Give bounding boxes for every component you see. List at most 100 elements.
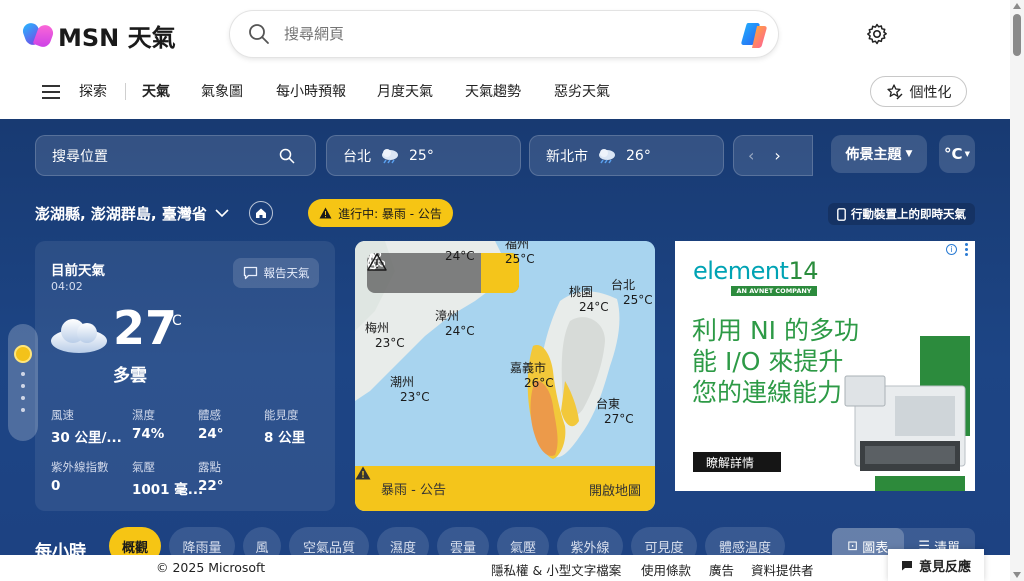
rail-dot — [21, 396, 25, 400]
metric-label: 紫外線指數 — [51, 460, 109, 474]
metric-label: 氣壓 — [132, 460, 155, 474]
msn-logo[interactable]: MSN 天氣 — [20, 18, 176, 53]
city-card-taipei[interactable]: 台北 25° — [326, 135, 521, 176]
nav-item-trends[interactable]: 天氣趨勢 — [465, 81, 521, 101]
location-search-box[interactable]: 搜尋位置 — [35, 135, 316, 176]
map-city-name: 潮州 — [390, 375, 415, 389]
weather-map[interactable]: 24°C 福州 25°C 台北 25°C 桃園 24°C 梅州 23°C 漳州 24°C … — [355, 241, 655, 511]
nav-item-hourly[interactable]: 每小時預報 — [276, 81, 346, 101]
footer-link-data-providers[interactable]: 資料提供者 — [751, 560, 814, 579]
chevron-left-icon[interactable]: ‹ — [748, 146, 754, 165]
rain-cloud-icon — [599, 148, 615, 163]
star-edit-icon — [886, 83, 902, 99]
map-city-label: 台東 27°C — [596, 395, 655, 426]
metric-pressure: 氣壓 1001 毫... — [132, 459, 203, 498]
ad-brand-suffix: 14 — [788, 257, 819, 285]
footer-link-privacy[interactable]: 隱私權 & 小型文字檔案 — [491, 560, 621, 579]
side-rail-toggle[interactable] — [8, 324, 38, 441]
map-city-label: 24°C — [431, 241, 497, 263]
map-city-name: 漳州 — [435, 309, 460, 323]
copilot-icon[interactable] — [740, 20, 768, 48]
open-map-link[interactable]: 開啟地圖 — [589, 480, 641, 499]
map-city-name: 台東 — [596, 397, 621, 411]
map-alert-bar[interactable]: 暴雨 - 公告 開啟地圖 — [355, 466, 655, 511]
observation-time: 04:02 — [51, 280, 83, 293]
page-scrollbar[interactable] — [1010, 0, 1024, 581]
cloudy-icon — [51, 319, 107, 353]
settings-gear-icon[interactable] — [865, 22, 889, 46]
scroll-down-arrow-icon[interactable] — [1013, 572, 1021, 578]
metric-value: 22° — [198, 478, 224, 494]
footer-link-terms[interactable]: 使用條款 — [641, 560, 691, 579]
hamburger-menu-icon[interactable] — [42, 85, 60, 99]
nav-divider — [125, 83, 126, 100]
ad-info-icon[interactable]: i — [946, 244, 957, 255]
msn-butterfly-icon — [20, 20, 56, 51]
current-weather-card: 目前天氣 04:02 報告天氣 27 °C 多雲 風速 30 公里/... 濕度 7… — [35, 241, 335, 511]
ad-brand-name: element — [693, 257, 789, 285]
map-city-label: 漳州 24°C — [435, 307, 495, 338]
nav-item-explore[interactable]: 探索 — [79, 81, 107, 101]
location-name: 澎湖縣, 澎湖群島, 臺灣省 — [35, 205, 207, 223]
location-selector[interactable]: 澎湖縣, 澎湖群島, 臺灣省 — [35, 203, 229, 224]
warning-icon — [355, 466, 371, 480]
report-weather-button[interactable]: 報告天氣 — [233, 258, 319, 288]
current-weather-title: 目前天氣 — [51, 263, 105, 279]
nav-item-severe[interactable]: 惡劣天氣 — [554, 81, 610, 101]
metric-uv-index: 紫外線指數 0 — [51, 459, 109, 494]
nav-item-weather[interactable]: 天氣 — [142, 81, 170, 101]
warning-icon — [319, 207, 332, 219]
footer-link-ads[interactable]: 廣告 — [709, 560, 734, 579]
rail-dot — [21, 372, 25, 376]
nav-item-monthly[interactable]: 月度天氣 — [377, 81, 433, 101]
scroll-up-arrow-icon[interactable] — [1013, 3, 1021, 9]
nav-item-maps[interactable]: 氣象圖 — [201, 81, 243, 101]
report-label: 報告天氣 — [263, 266, 310, 280]
metric-humidity: 濕度 74% — [132, 407, 164, 442]
map-city-temp: 23°C — [375, 336, 405, 350]
map-city-temp: 26°C — [524, 376, 554, 390]
ad-cta-button[interactable]: 瞭解詳情 — [693, 452, 781, 472]
feedback-button[interactable]: 意見反應 — [888, 549, 984, 581]
chat-bubble-icon — [243, 266, 257, 280]
unit-dropdown[interactable]: °C ▼ — [939, 135, 975, 173]
search-icon — [249, 24, 269, 44]
mobile-label: 行動裝置上的即時天氣 — [851, 207, 966, 221]
scrollbar-thumb[interactable] — [1013, 14, 1021, 56]
metric-visibility: 能見度 8 公里 — [264, 407, 305, 446]
advertisement[interactable]: element14 AN AVNET COMPANY 利用 NI 的多功能 I/… — [675, 241, 975, 491]
set-home-button[interactable] — [249, 201, 273, 225]
chevron-right-icon[interactable]: › — [774, 146, 780, 165]
map-city-label: 嘉義市 26°C — [510, 359, 570, 390]
map-city-temp: 25°C — [505, 252, 535, 266]
footer: © 2025 Microsoft 隱私權 & 小型文字檔案 使用條款 廣告 資料… — [0, 555, 1010, 581]
theme-dropdown[interactable]: 佈景主題 ▼ — [831, 135, 927, 173]
city-card-new-taipei[interactable]: 新北市 26° — [529, 135, 724, 176]
rail-dot — [21, 408, 25, 412]
metric-value: 8 公里 — [264, 430, 306, 446]
metric-wind: 風速 30 公里/... — [51, 407, 122, 446]
logo-text: MSN 天氣 — [58, 24, 176, 52]
map-city-temp: 24°C — [579, 300, 609, 314]
home-icon — [256, 208, 266, 218]
metric-value: 74% — [132, 426, 165, 442]
unit-label: °C — [944, 145, 963, 163]
web-search-box[interactable] — [230, 11, 778, 57]
chevron-down-icon — [215, 209, 229, 218]
warning-icon — [367, 253, 387, 271]
caret-down-icon: ▼ — [964, 150, 970, 158]
current-condition: 多雲 — [113, 366, 147, 386]
rain-cloud-icon — [382, 148, 398, 163]
location-search-placeholder: 搜尋位置 — [52, 148, 108, 165]
mobile-weather-button[interactable]: 行動裝置上的即時天氣 — [828, 203, 975, 225]
personalize-button[interactable]: 個性化 — [870, 76, 967, 107]
map-city-label: 福州 25°C — [505, 241, 565, 266]
city-temp: 26° — [626, 147, 651, 164]
web-search-input[interactable] — [284, 25, 714, 43]
metric-label: 體感 — [198, 408, 221, 422]
city-name: 新北市 — [546, 148, 588, 165]
map-city-name: 梅州 — [365, 321, 390, 335]
active-alert-pill[interactable]: 進行中: 暴雨 - 公告 — [308, 199, 453, 227]
metric-label: 露點 — [198, 460, 221, 474]
ad-options-icon[interactable] — [965, 243, 968, 258]
